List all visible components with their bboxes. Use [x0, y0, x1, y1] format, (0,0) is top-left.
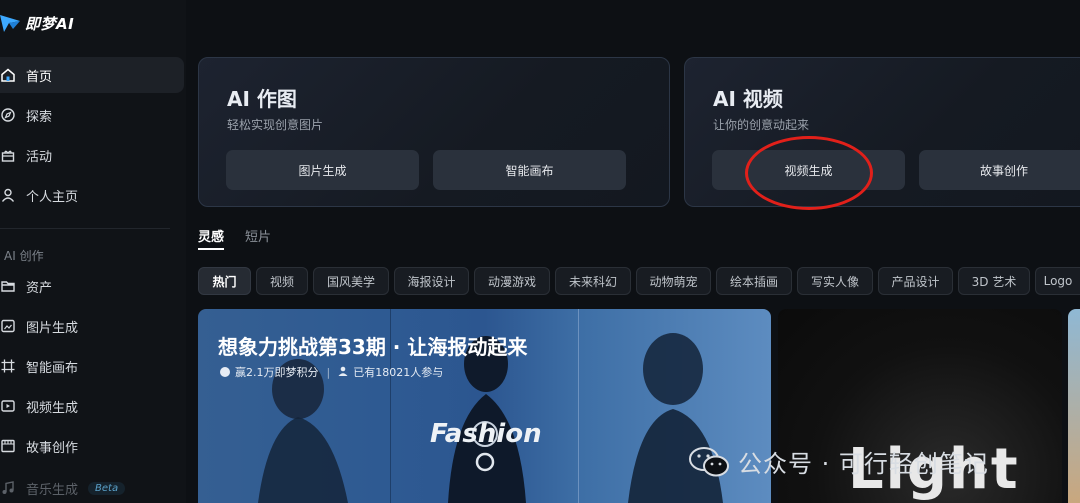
- chip-guofeng[interactable]: 国风美学: [313, 267, 389, 295]
- video-gen-button[interactable]: 视频生成: [712, 150, 905, 190]
- folder-icon: [0, 278, 16, 294]
- sidebar-item-label: 活动: [26, 149, 53, 165]
- chip-scifi[interactable]: 未来科幻: [555, 267, 631, 295]
- compass-icon: [0, 107, 16, 123]
- tab-inspiration[interactable]: 灵感: [198, 226, 224, 245]
- sidebar-item-activity[interactable]: 活动: [0, 137, 184, 173]
- sidebar: 即梦AI 首页 探索 活动 个人主页 AI 创作 资产 图片生成 智能画布 视频…: [0, 0, 186, 503]
- card-subtitle: 让你的创意动起来: [713, 118, 810, 132]
- logo-text: 即梦AI: [25, 14, 75, 33]
- story-create-button[interactable]: 故事创作: [919, 150, 1080, 190]
- sidebar-item-explore[interactable]: 探索: [0, 97, 184, 133]
- chip-poster[interactable]: 海报设计: [394, 267, 469, 295]
- card-title: AI 作图: [227, 87, 297, 111]
- story-icon: [0, 438, 16, 454]
- chip-pets[interactable]: 动物萌宠: [636, 267, 711, 295]
- watermark-text: 公众号 · 可行轻创笔记: [738, 450, 989, 478]
- user-icon: [0, 187, 16, 203]
- sidebar-item-label: 智能画布: [26, 360, 79, 376]
- chip-video[interactable]: 视频: [256, 267, 308, 295]
- sidebar-item-label: 图片生成: [26, 320, 79, 336]
- chip-product[interactable]: 产品设计: [878, 267, 953, 295]
- inspiration-card-partial[interactable]: [1068, 309, 1080, 503]
- chip-illustration[interactable]: 绘本插画: [716, 267, 792, 295]
- participants-icon: [338, 366, 348, 379]
- sidebar-item-label: 音乐生成: [26, 482, 79, 498]
- sidebar-item-label: 个人主页: [26, 189, 79, 205]
- watermark: 公众号 · 可行轻创笔记: [688, 444, 989, 479]
- app-logo[interactable]: 即梦AI: [0, 10, 74, 36]
- canvas-icon: [0, 358, 16, 374]
- sidebar-divider: [0, 228, 170, 229]
- sidebar-item-video-gen[interactable]: 视频生成: [0, 388, 184, 424]
- chip-portrait[interactable]: 写实人像: [797, 267, 873, 295]
- music-icon: [0, 480, 16, 496]
- home-icon: [0, 67, 16, 83]
- video-icon: [0, 398, 16, 414]
- sidebar-item-story[interactable]: 故事创作: [0, 428, 184, 464]
- banner-reward: 赢2.1万即梦积分: [235, 366, 319, 379]
- sidebar-item-home[interactable]: 首页: [0, 57, 184, 93]
- gift-icon: [0, 147, 16, 163]
- sidebar-item-label: 探索: [26, 109, 53, 125]
- banner-meta: 赢2.1万即梦积分 | 已有18021人参与: [220, 364, 443, 380]
- chip-anime[interactable]: 动漫游戏: [474, 267, 550, 295]
- smart-canvas-button[interactable]: 智能画布: [433, 150, 626, 190]
- sidebar-item-label: 视频生成: [26, 400, 79, 416]
- sidebar-item-music[interactable]: 音乐生成 Beta: [0, 470, 184, 503]
- sidebar-item-canvas[interactable]: 智能画布: [0, 348, 184, 384]
- tab-underline: [198, 248, 224, 250]
- sidebar-item-profile[interactable]: 个人主页: [0, 177, 184, 213]
- logo-icon: [0, 15, 20, 32]
- chip-logo[interactable]: Logo: [1035, 267, 1080, 295]
- image-gen-button[interactable]: 图片生成: [226, 150, 419, 190]
- chip-3d[interactable]: 3D 艺术: [958, 267, 1030, 295]
- beta-badge: Beta: [88, 481, 126, 495]
- sidebar-item-image-gen[interactable]: 图片生成: [0, 308, 184, 344]
- banner-participants: 已有18021人参与: [353, 366, 444, 379]
- card-subtitle: 轻松实现创意图片: [227, 118, 324, 132]
- chip-hot[interactable]: 热门: [198, 267, 251, 295]
- ai-image-card: AI 作图 轻松实现创意图片 图片生成 智能画布: [198, 57, 670, 207]
- image-icon: [0, 318, 16, 334]
- sidebar-item-assets[interactable]: 资产: [0, 268, 184, 304]
- card-title: AI 视频: [713, 87, 783, 111]
- tab-shorts[interactable]: 短片: [245, 226, 271, 245]
- sidebar-item-label: 故事创作: [26, 440, 79, 456]
- section-label-ai-creation: AI 创作: [4, 249, 44, 263]
- poster-fashion-text: Fashion: [430, 419, 542, 449]
- banner-title: 想象力挑战第33期 · 让海报动起来: [218, 335, 528, 359]
- wechat-icon: [689, 446, 729, 476]
- ai-video-card: AI 视频 让你的创意动起来 视频生成 故事创作: [684, 57, 1080, 207]
- sidebar-item-label: 首页: [26, 69, 53, 85]
- sidebar-item-label: 资产: [26, 280, 53, 296]
- meta-separator: |: [326, 365, 331, 379]
- challenge-banner[interactable]: 想象力挑战第33期 · 让海报动起来 赢2.1万即梦积分 | 已有18021人参…: [198, 309, 771, 503]
- reward-icon: [220, 367, 230, 377]
